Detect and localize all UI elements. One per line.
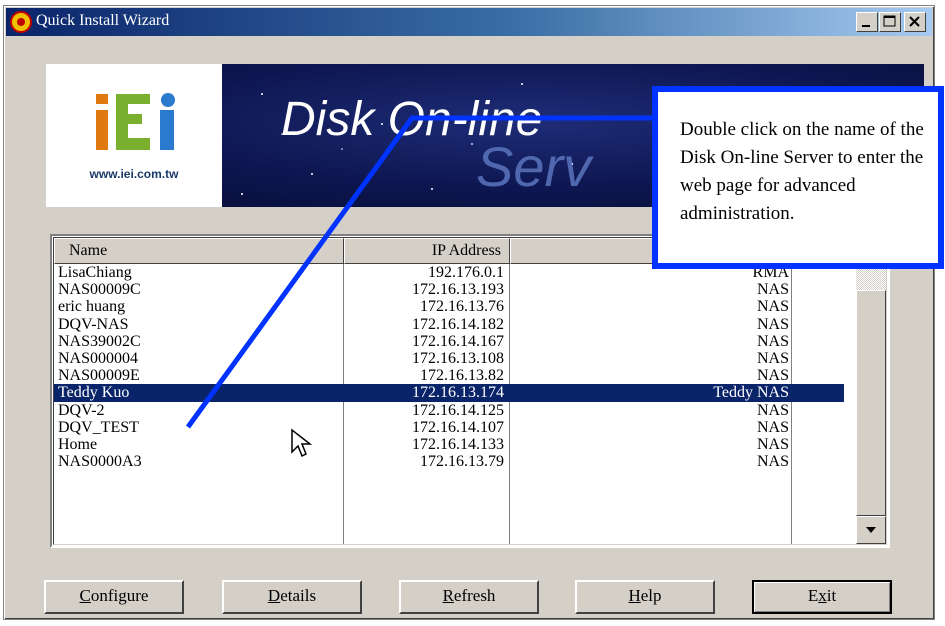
title-bar[interactable]: Quick Install Wizard xyxy=(6,8,932,36)
maximize-button[interactable] xyxy=(879,12,901,32)
vertical-scrollbar[interactable] xyxy=(856,238,886,544)
column-header-name[interactable]: Name xyxy=(54,238,344,264)
server-type: NAS xyxy=(756,418,789,436)
maximize-icon xyxy=(883,15,896,27)
server-name: DQV-NAS xyxy=(58,315,129,333)
list-item[interactable]: Home 172.16.14.133 NAS xyxy=(54,436,844,453)
exit-button[interactable]: Exit xyxy=(752,580,892,614)
server-type: NAS xyxy=(756,453,789,471)
refresh-button[interactable]: Refresh xyxy=(399,580,539,614)
list-item[interactable]: eric huang 172.16.13.76 NAS xyxy=(54,298,844,315)
logo-url: www.iei.com.tw xyxy=(89,167,179,181)
window-title: Quick Install Wizard xyxy=(36,12,170,29)
list-item[interactable]: NAS00009E 172.16.13.82 NAS xyxy=(54,367,844,384)
server-ip: 172.16.13.76 xyxy=(420,298,504,316)
server-ip: 172.16.13.79 xyxy=(420,453,504,471)
minimize-icon xyxy=(862,25,870,27)
server-list[interactable]: Name IP Address LisaChiang 192.176.0.1 RMA… xyxy=(50,234,890,548)
list-item[interactable]: NAS39002C 172.16.14.167 NAS xyxy=(54,333,844,350)
server-ip: 172.16.13.174 xyxy=(412,384,504,402)
server-type: NAS xyxy=(756,435,789,453)
list-item[interactable]: NAS0000A3 172.16.13.79 NAS xyxy=(54,453,844,470)
mouse-cursor-icon xyxy=(291,428,313,458)
list-item[interactable]: DQV_TEST 172.16.14.107 NAS xyxy=(54,419,844,436)
list-item[interactable]: NAS00009C 172.16.13.193 NAS xyxy=(54,281,844,298)
server-ip: 172.16.13.108 xyxy=(412,349,504,367)
server-ip: 172.16.14.182 xyxy=(412,315,504,333)
server-name: DQV-2 xyxy=(58,401,105,419)
minimize-button[interactable] xyxy=(856,12,878,32)
app-icon xyxy=(10,11,32,33)
scroll-thumb[interactable] xyxy=(856,290,886,516)
server-ip: 172.16.14.167 xyxy=(412,332,504,350)
server-type: NAS xyxy=(756,367,789,385)
arrow-down-icon xyxy=(866,527,876,533)
close-button[interactable] xyxy=(904,12,926,32)
details-button[interactable]: Details xyxy=(222,580,362,614)
list-item[interactable]: NAS000004 172.16.13.108 NAS xyxy=(54,350,844,367)
instruction-callout: Double click on the name of the Disk On-… xyxy=(652,86,944,269)
server-type: NAS xyxy=(756,401,789,419)
list-item[interactable]: DQV-NAS 172.16.14.182 NAS xyxy=(54,316,844,333)
server-name: NAS39002C xyxy=(58,332,141,350)
help-button[interactable]: Help xyxy=(575,580,715,614)
server-type: NAS xyxy=(756,349,789,367)
iei-logo: www.iei.com.tw xyxy=(46,64,222,207)
server-type: NAS xyxy=(756,281,789,299)
server-name: Teddy Kuo xyxy=(58,384,130,402)
server-ip: 172.16.13.82 xyxy=(420,367,504,385)
server-name: LisaChiang xyxy=(58,264,132,281)
iei-logo-mark xyxy=(96,93,175,150)
scroll-down-button[interactable] xyxy=(856,516,886,544)
server-name: NAS00009C xyxy=(58,281,141,299)
configure-button[interactable]: Configure xyxy=(44,580,184,614)
server-ip: 192.176.0.1 xyxy=(428,264,504,281)
server-type: Teddy NAS xyxy=(713,384,789,402)
server-type: NAS xyxy=(756,332,789,350)
list-item[interactable]: Teddy Kuo 172.16.13.174 Teddy NAS xyxy=(54,384,844,402)
list-item[interactable]: DQV-2 172.16.14.125 NAS xyxy=(54,402,844,419)
server-name: NAS00009E xyxy=(58,367,140,385)
server-name: NAS000004 xyxy=(58,349,139,367)
banner-subtitle: Serv xyxy=(476,135,592,198)
server-ip: 172.16.14.107 xyxy=(412,418,504,436)
server-ip: 172.16.13.193 xyxy=(412,281,504,299)
server-ip: 172.16.14.133 xyxy=(412,435,504,453)
server-ip: 172.16.14.125 xyxy=(412,401,504,419)
column-header-ip[interactable]: IP Address xyxy=(344,238,510,264)
server-rows: LisaChiang 192.176.0.1 RMA NAS00009C 172.16.… xyxy=(54,264,844,470)
server-type: NAS xyxy=(756,315,789,333)
close-icon xyxy=(909,16,920,27)
server-type: NAS xyxy=(756,298,789,316)
server-name: eric huang xyxy=(58,298,126,316)
